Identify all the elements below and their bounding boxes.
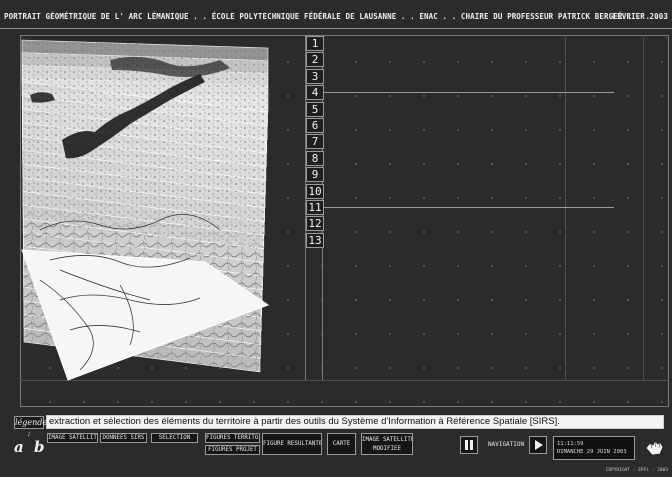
figures-territoire-button[interactable]: FIGURES TERRITOIRE (205, 433, 260, 443)
navigation-label: NAVIGATION (488, 441, 525, 448)
image-satellite-modifiee-button[interactable]: IMAGE SATELLITE MODIFIEE (361, 433, 413, 455)
play-button[interactable] (529, 436, 547, 454)
layer-button-1[interactable]: 1 (306, 36, 324, 51)
figure-resultante-button[interactable]: FIGURE RESULTANTE (262, 433, 322, 455)
legend-text: extraction et sélection des éléments du … (46, 415, 664, 429)
satellite-layer-stack (21, 39, 270, 381)
figures-projet-button[interactable]: FIGURES PROJET (205, 445, 260, 455)
legend-label: légende : (14, 416, 48, 438)
layer-guide-4 (324, 92, 614, 93)
frame-bottom (20, 406, 669, 407)
layer-guide-11 (324, 207, 614, 208)
copyright: COPYRIGHT : EPFL : 2003 (605, 468, 668, 473)
layer-button-13[interactable]: 13 (306, 233, 324, 248)
layer-button-11[interactable]: 11 (306, 200, 324, 215)
clock-time: 11:11:59 (557, 441, 584, 447)
frame-right (668, 35, 669, 407)
pause-button[interactable] (460, 436, 478, 454)
layer-button-10[interactable]: 10 (306, 184, 324, 199)
pause-icon (465, 440, 473, 450)
carte-button[interactable]: CARTE (327, 433, 356, 455)
header-date: FÉVRIER 2003 (612, 12, 668, 21)
clock-panel: 11:11:59 DIMANCHE 29 JUIN 2003 (553, 436, 635, 460)
layer-button-2[interactable]: 2 (306, 52, 324, 67)
layer-button-8[interactable]: 8 (306, 151, 324, 166)
play-icon (535, 440, 543, 450)
image-satellite-button[interactable]: IMAGE SATELLITE (47, 433, 98, 443)
view-b-button[interactable]: b (34, 438, 45, 456)
layer-button-6[interactable]: 6 (306, 118, 324, 133)
hand-cursor-icon[interactable] (641, 434, 667, 460)
layer-button-3[interactable]: 3 (306, 69, 324, 84)
layer-button-7[interactable]: 7 (306, 134, 324, 149)
guide-vline-4 (643, 35, 644, 380)
layer-button-5[interactable]: 5 (306, 102, 324, 117)
layer-button-12[interactable]: 12 (306, 216, 324, 231)
layer-button-4[interactable]: 4 (306, 85, 324, 100)
selection-button[interactable]: SELECTION (151, 433, 198, 443)
clock-date: DIMANCHE 29 JUIN 2003 (557, 449, 627, 455)
layer-button-9[interactable]: 9 (306, 167, 324, 182)
hand-icon (645, 440, 664, 456)
donnees-sirs-button[interactable]: DONNEES SIRS (100, 433, 147, 443)
view-a-button[interactable]: a (14, 438, 24, 456)
